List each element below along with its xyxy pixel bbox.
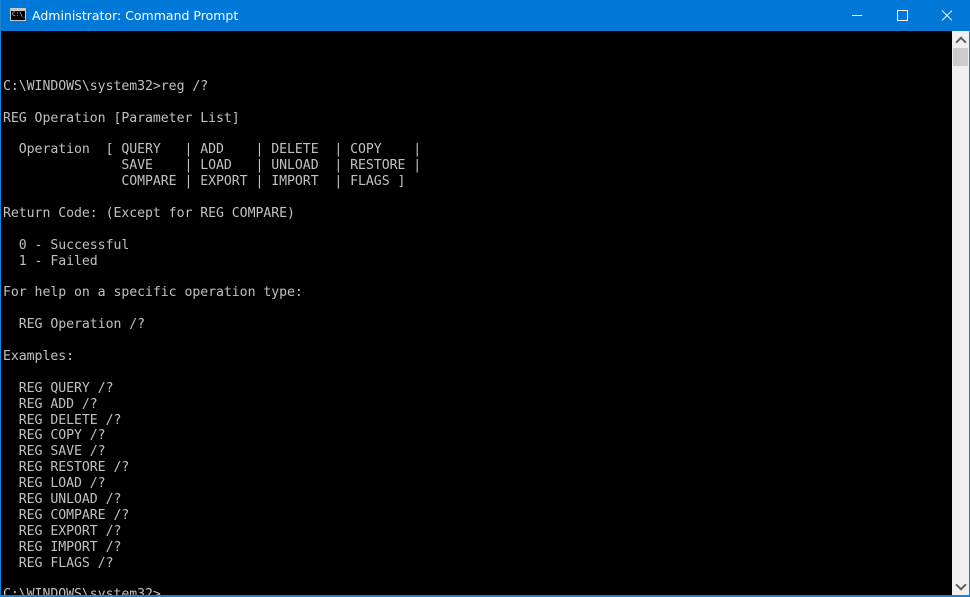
scroll-up-button[interactable] xyxy=(952,31,969,48)
console-line: REG COPY /? xyxy=(3,428,106,444)
console-line: REG RESTORE /? xyxy=(3,460,130,476)
console-line: REG Operation [Parameter List] xyxy=(3,110,240,126)
vertical-scrollbar[interactable] xyxy=(952,31,969,595)
console-line: REG DELETE /? xyxy=(3,412,122,428)
chevron-up-icon xyxy=(954,35,967,48)
console-lines: C:\WINDOWS\system32>reg /? REG Operation … xyxy=(3,79,951,595)
console-line: C:\WINDOWS\system32>reg /? xyxy=(3,78,209,94)
chevron-down-icon xyxy=(954,578,967,591)
minimize-icon xyxy=(852,15,862,16)
maximize-icon xyxy=(896,10,908,21)
maximize-button[interactable] xyxy=(879,0,925,31)
console-line: SAVE | LOAD | UNLOAD | RESTORE | xyxy=(3,158,422,174)
console-line: REG UNLOAD /? xyxy=(3,491,122,507)
console-line: 0 - Successful xyxy=(3,237,130,253)
command-prompt-window: C:\_ Administrator: Command Prompt C:\WI… xyxy=(0,0,970,597)
console-line: REG IMPORT /? xyxy=(3,539,122,555)
console-line: Examples: xyxy=(3,348,75,364)
console-line: For help on a specific operation type: xyxy=(3,285,303,301)
console-line: REG LOAD /? xyxy=(3,476,106,492)
scrollbar-thumb[interactable] xyxy=(953,48,968,66)
close-button[interactable] xyxy=(924,0,970,31)
scroll-down-button[interactable] xyxy=(952,578,969,595)
window-title: Administrator: Command Prompt xyxy=(32,8,239,23)
console-output[interactable]: C:\WINDOWS\system32>reg /? REG Operation … xyxy=(3,31,951,595)
minimize-button[interactable] xyxy=(834,0,880,31)
console-line: C:\WINDOWS\system32> xyxy=(3,587,161,595)
console-line: REG Operation /? xyxy=(3,317,146,333)
console-line: REG ADD /? xyxy=(3,396,98,412)
console-line: REG COMPARE /? xyxy=(3,507,130,523)
close-icon xyxy=(941,10,953,22)
console-line: REG QUERY /? xyxy=(3,380,114,396)
console-line: Return Code: (Except for REG COMPARE) xyxy=(3,205,295,221)
title-bar[interactable]: C:\_ Administrator: Command Prompt xyxy=(1,0,970,31)
console-line: Operation [ QUERY | ADD | DELETE | COPY … xyxy=(3,142,422,158)
console-line: REG SAVE /? xyxy=(3,444,106,460)
cmd-icon[interactable]: C:\_ xyxy=(10,8,26,21)
console-line: REG FLAGS /? xyxy=(3,555,114,571)
console-line: REG EXPORT /? xyxy=(3,523,122,539)
console-line: COMPARE | EXPORT | IMPORT | FLAGS ] xyxy=(3,174,406,190)
console-line: 1 - Failed xyxy=(3,253,98,269)
